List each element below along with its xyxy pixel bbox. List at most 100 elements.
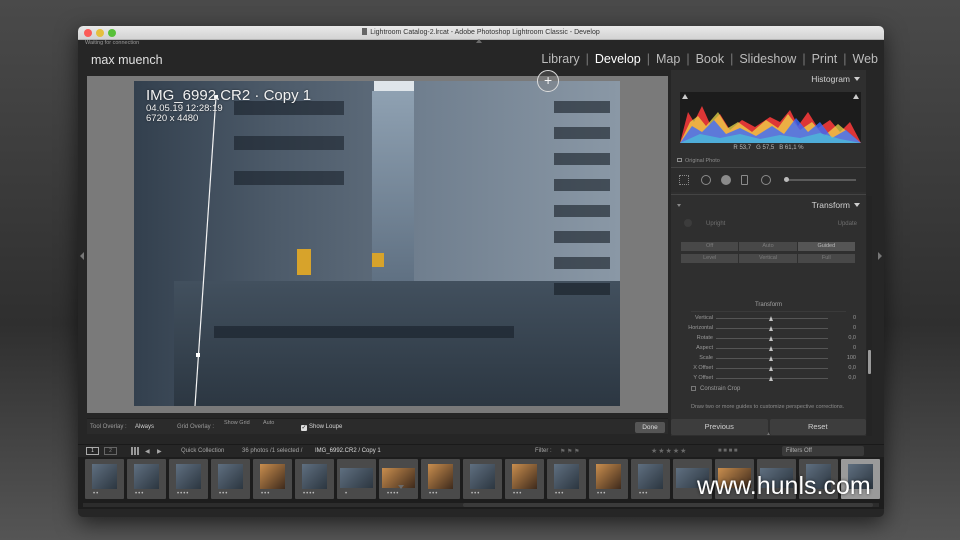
filmstrip-source[interactable]: Quick Collection: [181, 448, 224, 454]
tool-overlay-label: Tool Overlay :: [90, 424, 127, 430]
photo-preview[interactable]: IMG_6992.CR2 · Copy 1 04.05.19 12:28:19 …: [134, 81, 620, 406]
slider-vertical[interactable]: Vertical 0: [671, 314, 866, 324]
upright-level-button[interactable]: Level: [681, 254, 739, 263]
collapse-triangle-icon: [854, 203, 860, 207]
crosshair-icon: +: [544, 72, 553, 88]
slider-aspect[interactable]: Aspect 0: [671, 344, 866, 354]
rating-filter-icon[interactable]: ★★★★★: [651, 447, 687, 455]
slider-x-offset[interactable]: X Offset 0,0: [671, 364, 866, 374]
filmstrip-header: 1 2 ◀ ▶ Quick Collection 36 photos /1 se…: [78, 444, 884, 457]
back-arrow-icon[interactable]: ◀: [145, 448, 150, 455]
filmstrip-current-file[interactable]: IMG_6992.CR2 / Copy 1: [315, 448, 381, 454]
slider-scale[interactable]: Scale 100: [671, 354, 866, 364]
upright-full-button[interactable]: Full: [797, 254, 855, 263]
filmstrip-thumbnail[interactable]: ••: [85, 459, 124, 499]
flag-filter-icon[interactable]: ⚑ ⚑ ⚑: [560, 448, 579, 455]
module-library[interactable]: Library: [541, 52, 579, 66]
filmstrip-scroll-thumb[interactable]: [463, 503, 873, 507]
document-icon: [362, 28, 368, 35]
photo-info-overlay: IMG_6992.CR2 · Copy 1 04.05.19 12:28:19 …: [146, 87, 311, 124]
scrollbar-thumb[interactable]: [868, 350, 871, 374]
panel-switch-icon[interactable]: [677, 204, 681, 207]
upright-vertical-button[interactable]: Vertical: [739, 254, 797, 263]
slider-y-offset[interactable]: Y Offset 0,0: [671, 374, 866, 384]
constrain-crop-checkbox[interactable]: [691, 386, 696, 391]
brush-slider[interactable]: [784, 177, 856, 182]
filmstrip-thumbnail[interactable]: ••••: [379, 459, 418, 499]
module-web[interactable]: Web: [853, 52, 878, 66]
update-button[interactable]: Update: [838, 221, 857, 227]
module-develop[interactable]: Develop: [595, 52, 641, 66]
transform-header[interactable]: Transform: [812, 200, 860, 210]
reset-button[interactable]: Reset: [769, 419, 866, 435]
graduated-filter-icon[interactable]: [741, 175, 748, 185]
second-monitor-button[interactable]: 2: [104, 447, 117, 455]
tool-overlay-select[interactable]: Always: [135, 424, 154, 430]
upright-guided-button[interactable]: Guided: [797, 242, 855, 251]
radial-filter-icon[interactable]: [761, 175, 771, 185]
shadow-clipping-icon[interactable]: [682, 94, 688, 99]
previous-button[interactable]: Previous: [671, 419, 768, 435]
filmstrip-thumbnail[interactable]: •••: [421, 459, 460, 499]
show-grid-select[interactable]: Auto: [263, 420, 274, 426]
histogram-header[interactable]: Histogram: [811, 74, 860, 84]
filmstrip-thumbnail[interactable]: •••: [463, 459, 502, 499]
upright-off-button[interactable]: Off: [681, 242, 739, 251]
brush-slider-knob[interactable]: [784, 177, 789, 182]
module-separator: |: [730, 52, 734, 66]
right-panel-scrollbar[interactable]: [867, 196, 872, 436]
filters-select[interactable]: Filters Off: [782, 446, 864, 456]
transform-section-label: Transform: [754, 302, 783, 308]
show-loupe-toggle[interactable]: ✓ Show Loupe: [301, 424, 342, 431]
filmstrip-thumbnail[interactable]: •: [337, 459, 376, 499]
photo-filename: IMG_6992.CR2 · Copy 1: [146, 87, 312, 104]
filmstrip-count: 36 photos /1 selected /: [242, 448, 303, 454]
histogram-graph[interactable]: [680, 92, 861, 143]
module-book[interactable]: Book: [696, 52, 725, 66]
filmstrip-thumbnail[interactable]: •••: [589, 459, 628, 499]
spot-removal-icon[interactable]: [701, 175, 711, 185]
color-filter-icon[interactable]: ■ ■ ■ ■: [718, 448, 738, 454]
module-separator: |: [585, 52, 589, 66]
grid-overlay-label: Grid Overlay :: [177, 424, 215, 430]
filmstrip-thumbnail[interactable]: •••: [631, 459, 670, 499]
right-panel: Histogram R 53,7 G 57,5 B 61,1 % Origina…: [671, 70, 866, 436]
filmstrip-thumbnail[interactable]: ••••: [295, 459, 334, 499]
filmstrip-thumbnail[interactable]: •••: [211, 459, 250, 499]
constrain-crop-toggle[interactable]: Constrain Crop: [691, 386, 740, 392]
red-eye-icon[interactable]: [721, 175, 731, 185]
grid-view-icon[interactable]: [131, 447, 139, 455]
slider-rotate[interactable]: Rotate 0,0: [671, 334, 866, 344]
upright-guide-line[interactable]: [134, 81, 620, 406]
top-panel-collapse-icon[interactable]: [476, 39, 482, 43]
module-slideshow[interactable]: Slideshow: [739, 52, 796, 66]
section-divider: [691, 311, 846, 312]
left-panel-expand-icon[interactable]: [80, 252, 84, 260]
bottom-panel-collapse-icon[interactable]: [398, 485, 404, 489]
show-loupe-checkbox[interactable]: ✓: [301, 425, 307, 431]
show-grid-label: Show Grid: [224, 420, 250, 426]
main-monitor-button[interactable]: 1: [86, 447, 99, 455]
done-button[interactable]: Done: [635, 422, 665, 433]
image-canvas[interactable]: IMG_6992.CR2 · Copy 1 04.05.19 12:28:19 …: [87, 76, 668, 413]
filmstrip-thumbnail[interactable]: •••: [127, 459, 166, 499]
filmstrip-thumbnail[interactable]: •••: [253, 459, 292, 499]
highlight-clipping-icon[interactable]: [853, 94, 859, 99]
filmstrip-scrollbar[interactable]: [83, 503, 879, 507]
module-map[interactable]: Map: [656, 52, 680, 66]
guide-handle-bottom: [196, 353, 200, 357]
filter-label: Filter :: [535, 448, 552, 454]
upright-row: Upright Update: [680, 219, 861, 235]
filmstrip-thumbnail[interactable]: •••: [547, 459, 586, 499]
crop-overlay-icon[interactable]: [679, 175, 689, 185]
right-panel-collapse-icon[interactable]: [878, 252, 882, 260]
upright-auto-button[interactable]: Auto: [739, 242, 797, 251]
module-separator: |: [802, 52, 806, 66]
panel-buttons: Previous Reset: [671, 419, 866, 435]
forward-arrow-icon[interactable]: ▶: [157, 448, 162, 455]
filmstrip-thumbnail[interactable]: ••••: [169, 459, 208, 499]
module-print[interactable]: Print: [812, 52, 838, 66]
filmstrip-thumbnail[interactable]: •••: [505, 459, 544, 499]
upright-grid-icon[interactable]: [684, 219, 692, 227]
slider-horizontal[interactable]: Horizontal 0: [671, 324, 866, 334]
